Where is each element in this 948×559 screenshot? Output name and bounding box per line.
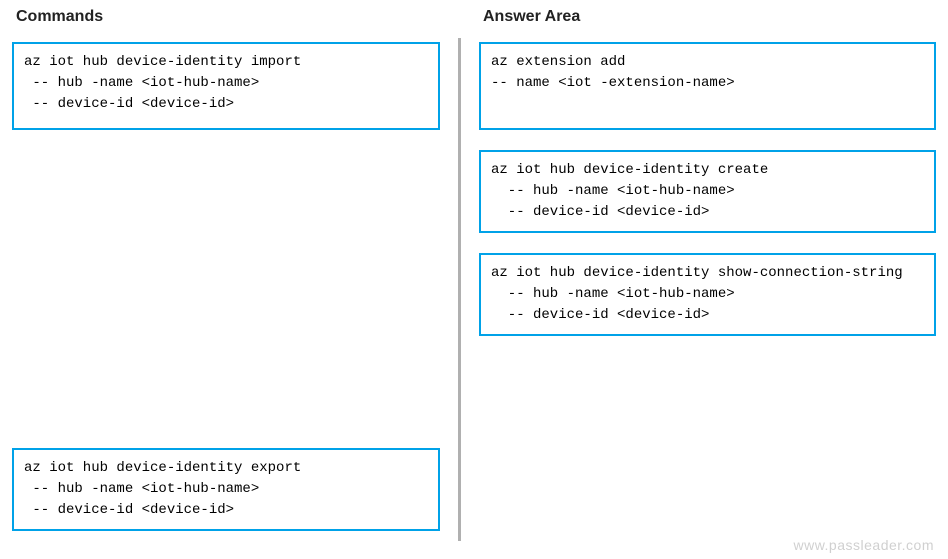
spacer bbox=[12, 150, 440, 448]
answer-box-extension-add[interactable]: az extension add -- name <iot -extension… bbox=[479, 42, 936, 130]
answer-area-column: Answer Area az extension add -- name <io… bbox=[467, 8, 936, 551]
answer-box-show-connection-string[interactable]: az iot hub device-identity show-connecti… bbox=[479, 253, 936, 336]
main-container: Commands az iot hub device-identity impo… bbox=[0, 0, 948, 559]
column-divider bbox=[458, 38, 461, 541]
answer-box-identity-create[interactable]: az iot hub device-identity create -- hub… bbox=[479, 150, 936, 233]
commands-column: Commands az iot hub device-identity impo… bbox=[12, 8, 452, 551]
command-box-import[interactable]: az iot hub device-identity import -- hub… bbox=[12, 42, 440, 130]
answer-area-heading: Answer Area bbox=[479, 8, 936, 26]
commands-heading: Commands bbox=[12, 8, 440, 26]
command-box-export[interactable]: az iot hub device-identity export -- hub… bbox=[12, 448, 440, 531]
watermark-text: www.passleader.com bbox=[793, 537, 934, 553]
